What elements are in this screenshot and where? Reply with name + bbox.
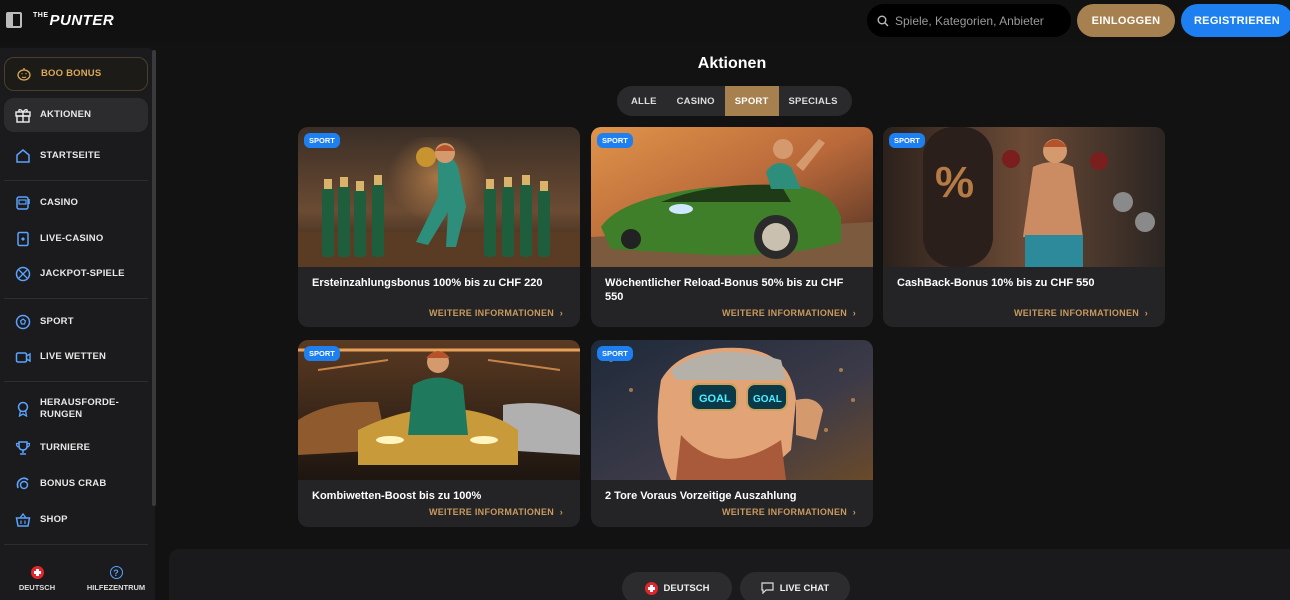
sidebar-item-label: SPORT <box>40 316 74 327</box>
tab-casino[interactable]: CASINO <box>667 86 725 116</box>
sidebar-item-aktionen[interactable]: AKTIONEN <box>4 98 148 132</box>
sidebar-item-startseite[interactable]: STARTSEITE <box>4 139 148 173</box>
more-info-link[interactable]: WEITERE INFORMATIONEN › <box>429 507 563 517</box>
promo-image-goal-glasses: GOAL GOAL SPORT <box>591 340 873 480</box>
sidebar-divider <box>4 381 148 382</box>
sport-badge: SPORT <box>889 133 925 148</box>
promo-card[interactable]: SPORT Ersteinzahlungsbonus 100% bis zu C… <box>298 127 580 327</box>
sidebar-item-boo-bonus[interactable]: BOO BONUS <box>4 57 148 91</box>
sidebar-scrollbar[interactable] <box>152 50 156 506</box>
sport-badge: SPORT <box>304 346 340 361</box>
promo-title: 2 Tore Voraus Vorzeitige Auszahlung <box>605 490 797 502</box>
swiss-flag-icon <box>644 581 658 595</box>
chat-label: LIVE CHAT <box>779 582 830 594</box>
svg-text:GOAL: GOAL <box>753 394 782 405</box>
chat-icon <box>761 582 774 594</box>
sidebar-item-casino[interactable]: CASINO <box>4 186 148 220</box>
promo-image-car: SPORT <box>591 127 873 267</box>
promo-card[interactable]: % SPORT CashBack-Bonus 10% bis zu CHF 55… <box>883 127 1165 327</box>
live-chat-button[interactable]: LIVE CHAT <box>740 572 850 600</box>
help-icon: ? <box>109 566 123 579</box>
sidebar-item-label: BONUS CRAB <box>40 478 107 489</box>
crab-icon <box>14 475 32 493</box>
promo-card[interactable]: SPORT Kombiwetten-Boost bis zu 100% WEIT… <box>298 340 580 527</box>
sidebar-item-herausforderungen[interactable]: HERAUSFORDE- RUNGEN <box>4 391 148 427</box>
logo[interactable]: THEPUNTER <box>33 12 114 29</box>
soccer-ball-icon <box>14 313 32 331</box>
tab-sport[interactable]: SPORT <box>724 86 779 116</box>
more-info-link[interactable]: WEITERE INFORMATIONEN › <box>722 308 856 318</box>
sport-badge: SPORT <box>304 133 340 148</box>
sidebar-toggle-icon[interactable] <box>6 12 22 28</box>
sidebar-language-button[interactable]: DEUTSCH <box>2 566 72 592</box>
sidebar-item-label: LIVE-CASINO <box>40 233 104 244</box>
jackpot-icon <box>14 265 32 283</box>
card-icon <box>14 230 32 248</box>
sidebar-divider <box>4 298 148 299</box>
swiss-flag-icon <box>30 566 44 579</box>
sidebar-item-bonus-crab[interactable]: BONUS CRAB <box>4 467 148 501</box>
sport-badge: SPORT <box>597 133 633 148</box>
tab-specials[interactable]: SPECIALS <box>779 86 848 116</box>
top-header: THEPUNTER EINLOGGEN REGISTRIEREN <box>0 0 1290 42</box>
login-button[interactable]: EINLOGGEN <box>1077 4 1175 37</box>
sidebar-item-label: CASINO <box>40 197 79 208</box>
svg-text:GOAL: GOAL <box>699 393 731 405</box>
more-info-link[interactable]: WEITERE INFORMATIONEN › <box>722 507 856 517</box>
sidebar-item-label: HERAUSFORDE- RUNGEN <box>40 397 119 420</box>
promo-card[interactable]: GOAL GOAL SPORT 2 Tore Voraus Vorzeitige… <box>591 340 873 527</box>
promo-title: Wöchentlicher Reload-Bonus 50% bis zu CH… <box>605 277 844 303</box>
sidebar-item-turniere[interactable]: TURNIERE <box>4 431 148 465</box>
search-icon <box>877 15 889 26</box>
sidebar-item-label: SHOP <box>40 514 68 525</box>
more-info-link[interactable]: WEITERE INFORMATIONEN › <box>1014 308 1148 318</box>
footer-language-button[interactable]: DEUTSCH <box>622 572 732 600</box>
gift-icon <box>14 106 32 124</box>
tab-alle[interactable]: ALLE <box>621 86 667 116</box>
filter-tabs: ALLE CASINO SPORT SPECIALS <box>617 86 852 116</box>
sidebar-item-shop[interactable]: SHOP <box>4 503 148 537</box>
sidebar-divider <box>4 544 148 545</box>
sidebar-divider <box>4 180 148 181</box>
register-button[interactable]: REGISTRIEREN <box>1181 4 1290 37</box>
promo-image-bowling: SPORT <box>298 127 580 267</box>
language-label: DEUTSCH <box>18 583 56 592</box>
sidebar-item-jackpot-spiele[interactable]: JACKPOT-SPIELE <box>4 257 148 291</box>
promo-image-boxer: % SPORT <box>883 127 1165 267</box>
sidebar-item-label: BOO BONUS <box>41 68 102 79</box>
more-info-link[interactable]: WEITERE INFORMATIONEN › <box>429 308 563 318</box>
svg-text:%: % <box>935 158 974 207</box>
search-input[interactable] <box>895 13 1065 28</box>
sidebar-item-label: LIVE WETTEN <box>40 351 107 362</box>
language-label: DEUTSCH <box>663 582 710 594</box>
sidebar-item-sport[interactable]: SPORT <box>4 305 148 339</box>
promo-title: CashBack-Bonus 10% bis zu CHF 550 <box>897 277 1095 289</box>
slot-machine-icon <box>14 194 32 212</box>
home-icon <box>14 147 32 165</box>
search-bar[interactable] <box>867 4 1071 37</box>
help-label: HILFEZENTRUM <box>86 583 146 592</box>
video-icon <box>14 348 32 366</box>
pumpkin-icon <box>15 65 33 83</box>
promo-card[interactable]: SPORT Wöchentlicher Reload-Bonus 50% bis… <box>591 127 873 327</box>
sidebar-item-label: TURNIERE <box>40 442 91 453</box>
sidebar-item-label: AKTIONEN <box>40 109 92 120</box>
sidebar-item-label: STARTSEITE <box>40 150 101 161</box>
help-center-button[interactable]: ? HILFEZENTRUM <box>81 566 151 592</box>
page-title: Aktionen <box>697 55 767 72</box>
promo-title: Ersteinzahlungsbonus 100% bis zu CHF 220 <box>312 277 543 289</box>
sidebar-item-live-casino[interactable]: LIVE-CASINO <box>4 222 148 256</box>
promo-title: Kombiwetten-Boost bis zu 100% <box>312 490 482 502</box>
trophy-icon <box>14 439 32 457</box>
basket-icon <box>14 511 32 529</box>
sport-badge: SPORT <box>597 346 633 361</box>
promo-image-cars-garage: SPORT <box>298 340 580 480</box>
sidebar-item-live-wetten[interactable]: LIVE WETTEN <box>4 340 148 374</box>
sidebar-item-label: JACKPOT-SPIELE <box>40 268 125 279</box>
medal-icon <box>14 400 32 418</box>
